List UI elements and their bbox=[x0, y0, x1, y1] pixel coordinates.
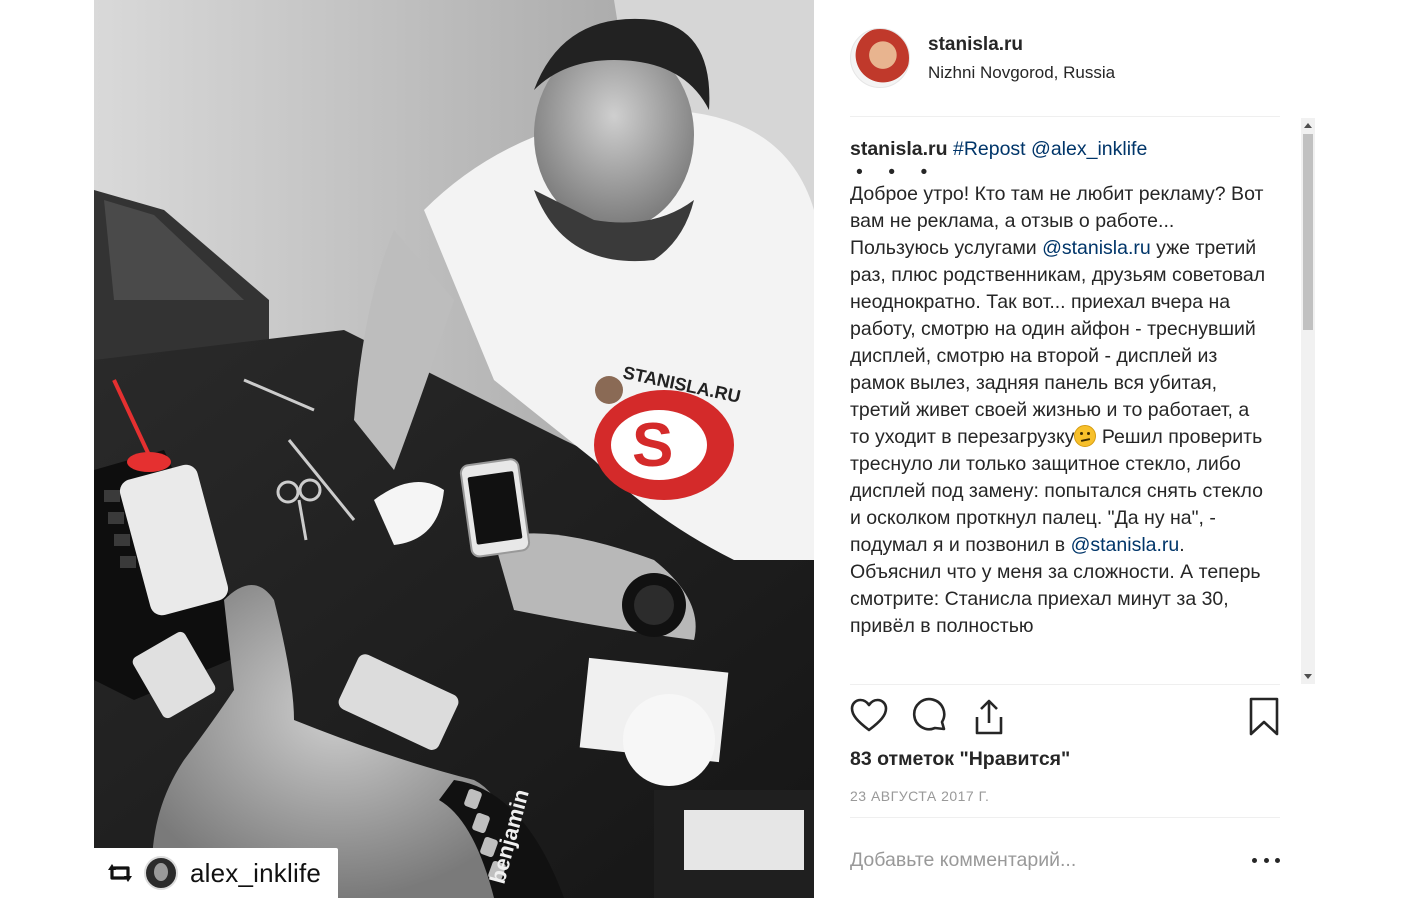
heart-icon[interactable] bbox=[850, 697, 888, 737]
caption-hashtag-repost[interactable]: #Repost bbox=[953, 138, 1026, 160]
more-dot bbox=[1275, 857, 1280, 863]
post-header: stanisla.ru Nizhni Novgorod, Russia bbox=[850, 28, 1280, 88]
caption-mention-2[interactable]: @stanisla.ru bbox=[1071, 534, 1180, 556]
post-photo[interactable]: STANISLA.RU S benjamin alex_inklife bbox=[94, 0, 814, 898]
action-bar bbox=[850, 697, 1280, 737]
header-location[interactable]: Nizhni Novgorod, Russia bbox=[928, 63, 1115, 83]
scroll-down-arrow-icon[interactable] bbox=[1304, 674, 1312, 679]
post-date[interactable]: 23 АВГУСТА 2017 Г. bbox=[850, 788, 989, 804]
comment-icon[interactable] bbox=[911, 697, 949, 737]
scroll-up-arrow-icon[interactable] bbox=[1304, 123, 1312, 128]
user-avatar[interactable] bbox=[850, 28, 910, 88]
actions-divider bbox=[850, 684, 1280, 685]
comment-divider bbox=[850, 817, 1280, 818]
post-photo-image: STANISLA.RU S benjamin bbox=[94, 0, 814, 898]
caption-mention-1[interactable]: @stanisla.ru bbox=[1042, 237, 1151, 259]
more-dot bbox=[1252, 857, 1257, 863]
repost-badge[interactable]: alex_inklife bbox=[94, 848, 338, 898]
caption-mention-source[interactable]: @alex_inklife bbox=[1031, 138, 1147, 160]
more-options-button[interactable] bbox=[1252, 848, 1280, 872]
caption-dots: • • • bbox=[856, 161, 938, 183]
caption-scrollbar[interactable] bbox=[1301, 118, 1315, 684]
confused-face-icon bbox=[1074, 425, 1097, 447]
repost-username[interactable]: alex_inklife bbox=[190, 858, 321, 889]
caption: stanisla.ru #Repost @alex_inklife • • • … bbox=[850, 136, 1268, 640]
header-divider bbox=[850, 116, 1280, 117]
caption-author[interactable]: stanisla.ru bbox=[850, 138, 948, 160]
likes-count[interactable]: 83 отметок "Нравится" bbox=[850, 748, 1070, 771]
svg-text:S: S bbox=[632, 411, 673, 480]
repost-icon bbox=[108, 864, 132, 882]
more-dot bbox=[1263, 857, 1269, 863]
share-icon[interactable] bbox=[970, 697, 1008, 737]
bookmark-icon[interactable] bbox=[1246, 697, 1284, 737]
header-username[interactable]: stanisla.ru bbox=[928, 34, 1115, 56]
scroll-thumb[interactable] bbox=[1303, 134, 1313, 330]
caption-scroll-area[interactable]: stanisla.ru #Repost @alex_inklife • • • … bbox=[850, 118, 1314, 684]
repost-avatar[interactable] bbox=[144, 856, 178, 890]
comment-input[interactable] bbox=[850, 838, 1230, 882]
caption-text-2: уже третий раз, плюс родственникам, друз… bbox=[850, 237, 1266, 448]
